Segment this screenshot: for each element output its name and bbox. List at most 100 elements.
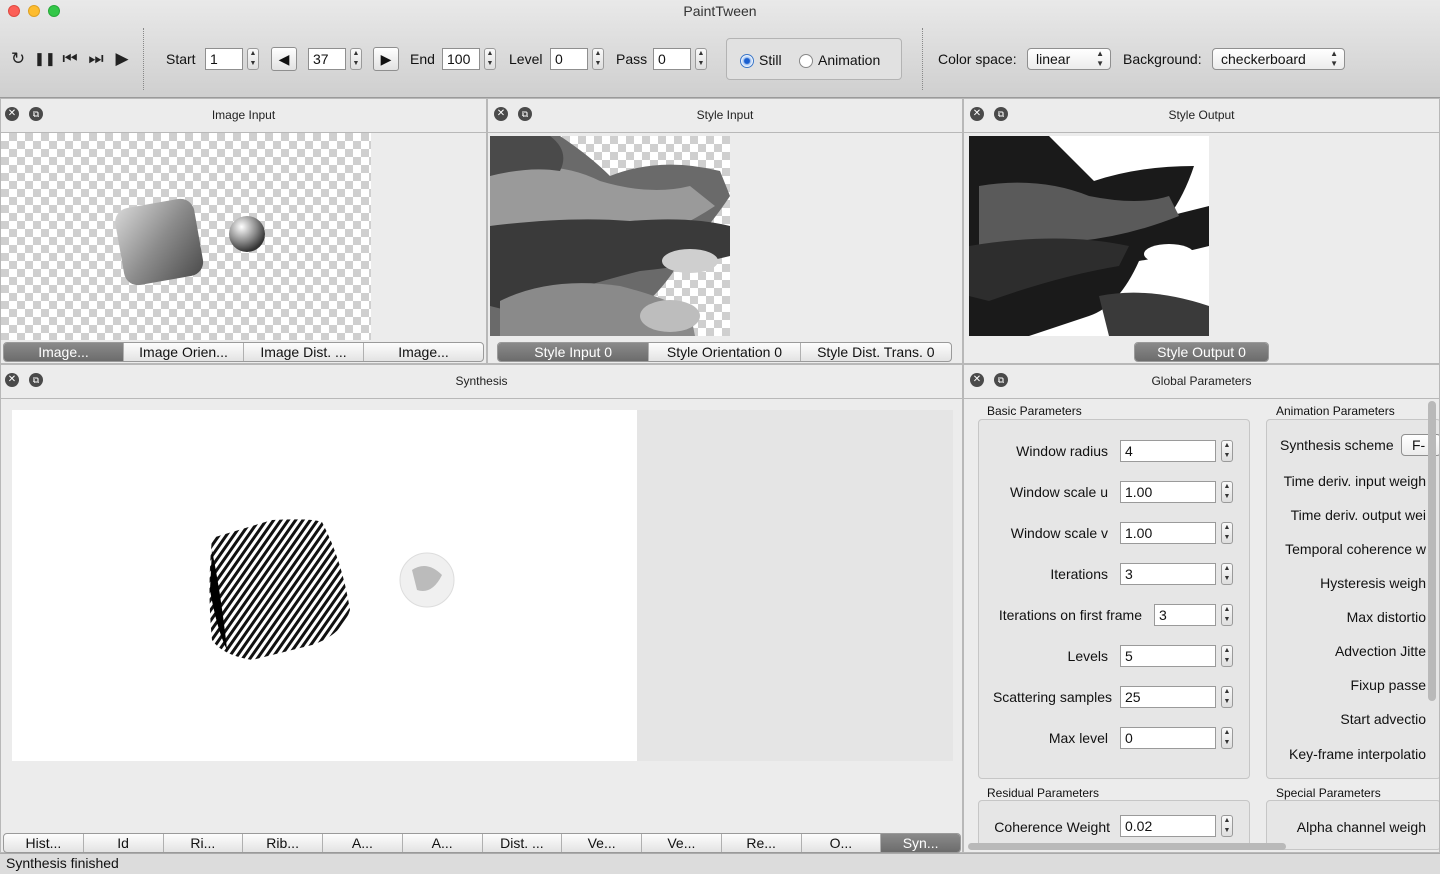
tab-id[interactable]: Id (84, 834, 164, 852)
tab-style-input[interactable]: Style Input 0 (498, 343, 650, 361)
window-scale-v-stepper[interactable]: ▲ ▼ (1221, 522, 1233, 544)
levels-field[interactable]: 5 (1120, 645, 1216, 667)
tab-style-output[interactable]: Style Output 0 (1135, 343, 1268, 361)
synthesis-scheme-value: F- (1412, 437, 1426, 453)
horizontal-scrollbar[interactable] (968, 843, 1286, 850)
max-level-field[interactable]: 0 (1120, 727, 1216, 749)
tab-o[interactable]: O... (802, 834, 882, 852)
background-label: Background: (1123, 51, 1202, 67)
toolbar-separator (143, 28, 144, 90)
window-radius-stepper[interactable]: ▲ ▼ (1221, 440, 1233, 462)
param-label: Iterations on first frame (998, 607, 1142, 623)
status-bar: Synthesis finished (0, 853, 1440, 874)
synthesis-panel: ✕ ⧉ Synthesis Hist... Id Ri... Rib... A.… (0, 364, 963, 853)
coherence-weight-field[interactable]: 0.02 (1120, 815, 1216, 837)
colorspace-select[interactable]: linear ▲ ▼ (1027, 48, 1111, 70)
param-label: Alpha channel weigh (1296, 819, 1426, 835)
max-level-stepper[interactable]: ▲ ▼ (1221, 727, 1233, 749)
iterations-first-frame-stepper[interactable]: ▲ ▼ (1221, 604, 1233, 626)
image-input-panel: ✕ ⧉ Image Input Image... Image Orien... … (0, 98, 487, 364)
window-scale-v-field[interactable]: 1.00 (1120, 522, 1216, 544)
panel-title: Style Output (1168, 108, 1235, 122)
level-stepper[interactable]: ▲ ▼ (592, 48, 604, 70)
tab-re[interactable]: Re... (722, 834, 802, 852)
iterations-field[interactable]: 3 (1120, 563, 1216, 585)
panel-header: ✕ ⧉ Style Input (488, 99, 962, 133)
end-label: End (410, 51, 435, 67)
pause-icon[interactable]: ❚❚ (34, 49, 56, 69)
colorspace-label: Color space: (938, 51, 1017, 67)
param-label: Window radius (1016, 443, 1108, 459)
param-label: Time deriv. output wei (1290, 507, 1426, 523)
next-frame-button[interactable]: ▶ (373, 47, 399, 71)
special-parameters-title: Special Parameters (1276, 786, 1381, 800)
param-label: Hysteresis weigh (1320, 575, 1426, 591)
background-select[interactable]: checkerboard ▲ ▼ (1212, 48, 1345, 70)
tab-a1[interactable]: A... (323, 834, 403, 852)
tab-a2[interactable]: A... (403, 834, 483, 852)
synthesis-tabs: Hist... Id Ri... Rib... A... A... Dist. … (3, 833, 961, 853)
tab-ve1[interactable]: Ve... (562, 834, 642, 852)
tab-image[interactable]: Image... (4, 343, 124, 361)
animation-label: Animation (818, 52, 881, 68)
param-label: Start advectio (1340, 711, 1426, 727)
animation-radio[interactable] (799, 54, 813, 68)
still-radio[interactable] (740, 54, 754, 68)
level-field[interactable]: 0 (550, 48, 588, 70)
style-output-panel: ✕ ⧉ Style Output Style Output 0 (963, 98, 1440, 364)
window-radius-field[interactable]: 4 (1120, 440, 1216, 462)
image-input-canvas[interactable] (1, 133, 371, 340)
tab-image-orientation[interactable]: Image Orien... (124, 343, 244, 361)
current-frame-field[interactable]: 37 (308, 48, 346, 70)
tab-style-orientation[interactable]: Style Orientation 0 (649, 343, 801, 361)
style-output-canvas[interactable] (969, 136, 1209, 336)
step-forward-icon[interactable]: ⏭ (86, 49, 106, 69)
vertical-scrollbar[interactable] (1428, 401, 1436, 701)
tab-distance[interactable]: Dist. ... (483, 834, 563, 852)
prev-frame-button[interactable]: ◀ (271, 47, 297, 71)
iterations-stepper[interactable]: ▲ ▼ (1221, 563, 1233, 585)
start-field[interactable]: 1 (205, 48, 243, 70)
style-input-canvas[interactable] (490, 136, 730, 336)
tab-synthesis[interactable]: Syn... (881, 834, 960, 852)
window-scale-u-stepper[interactable]: ▲ ▼ (1221, 481, 1233, 503)
style-input-panel: ✕ ⧉ Style Input Style Input 0 Style Orie… (487, 98, 963, 364)
basic-parameters-title: Basic Parameters (987, 404, 1082, 418)
tab-style-distance[interactable]: Style Dist. Trans. 0 (801, 343, 951, 361)
coherence-weight-stepper[interactable]: ▲ ▼ (1221, 815, 1233, 837)
levels-stepper[interactable]: ▲ ▼ (1221, 645, 1233, 667)
param-label: Key-frame interpolatio (1289, 746, 1426, 762)
end-stepper[interactable]: ▲ ▼ (484, 48, 496, 70)
window-scale-u-field[interactable]: 1.00 (1120, 481, 1216, 503)
background-value: checkerboard (1221, 51, 1306, 67)
pass-stepper[interactable]: ▲ ▼ (695, 48, 707, 70)
tab-image-distance[interactable]: Image Dist. ... (244, 343, 364, 361)
tab-rib[interactable]: Rib... (243, 834, 323, 852)
param-label: Fixup passe (1350, 677, 1426, 693)
animation-parameters-title: Animation Parameters (1276, 404, 1395, 418)
param-label: Scattering samples (992, 689, 1112, 705)
end-field[interactable]: 100 (442, 48, 480, 70)
refresh-icon[interactable]: ↻ (8, 49, 28, 69)
panel-header: ✕ ⧉ Global Parameters (964, 365, 1439, 399)
scattering-samples-field[interactable]: 25 (1120, 686, 1216, 708)
chevron-updown-icon: ▲ ▼ (1096, 49, 1104, 68)
current-frame-stepper[interactable]: ▲ ▼ (350, 48, 362, 70)
colorspace-value: linear (1036, 51, 1071, 67)
scattering-samples-stepper[interactable]: ▲ ▼ (1221, 686, 1233, 708)
synthesis-canvas[interactable] (12, 410, 637, 761)
level-label: Level (509, 51, 543, 67)
pass-field[interactable]: 0 (653, 48, 691, 70)
tab-ri[interactable]: Ri... (164, 834, 244, 852)
tab-image-other[interactable]: Image... (364, 343, 483, 361)
step-back-icon[interactable]: ⏮ (60, 49, 80, 69)
tab-histogram[interactable]: Hist... (4, 834, 84, 852)
panel-header: ✕ ⧉ Style Output (964, 99, 1439, 133)
tab-ve2[interactable]: Ve... (642, 834, 722, 852)
toolbar-separator (922, 28, 923, 90)
play-icon[interactable]: ▶ (112, 49, 132, 69)
start-stepper[interactable]: ▲ ▼ (247, 48, 259, 70)
iterations-first-frame-field[interactable]: 3 (1154, 604, 1216, 626)
param-label: Iterations (1050, 566, 1108, 582)
synthesis-render (209, 519, 455, 660)
